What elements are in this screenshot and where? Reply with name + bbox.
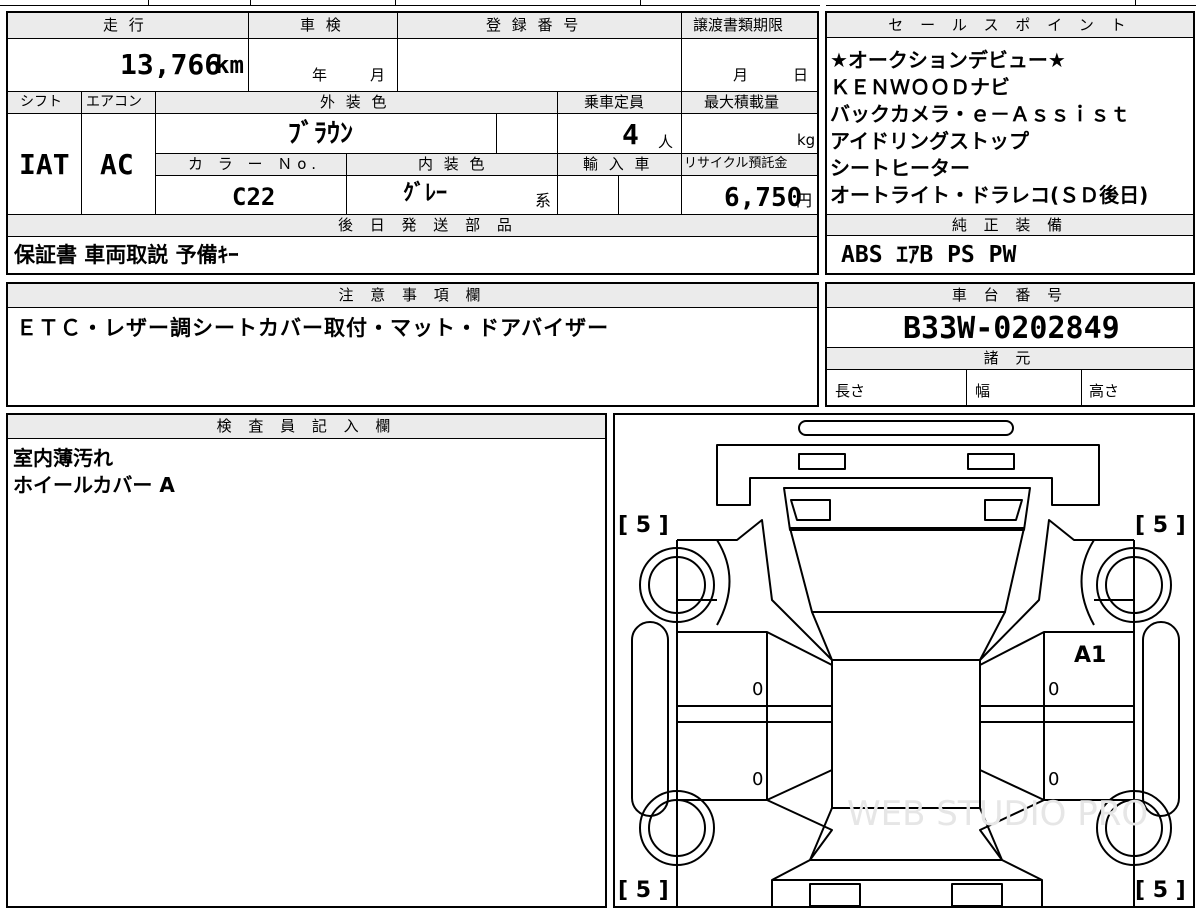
tire-rating-front-left: [ 5 ] — [618, 513, 669, 538]
door-mark-front-right: 0 — [1048, 679, 1059, 700]
inspector-note-line: ホイールカバー A — [13, 473, 175, 497]
deadline-month: 月 — [733, 66, 749, 84]
sales-point-line: ＫＥＮＷＯＯＤナビ — [830, 75, 1010, 99]
inspector-notes-panel: 検 査 員 記 入 欄 室内薄汚れ ホイールカバー A — [6, 413, 607, 908]
genuine-equipment-value: ABS ｴｱB PS PW — [841, 242, 1017, 268]
chassis-number-value: B33W-0202849 — [903, 311, 1120, 346]
exterior-color-value: ﾌﾞﾗｳﾝ — [288, 119, 354, 149]
inspector-notes-list: 室内薄汚れ ホイールカバー A — [13, 445, 175, 499]
registration-number-label: 登 録 番 号 — [486, 16, 582, 34]
interior-color-suffix: 系 — [535, 191, 552, 210]
spec-width-label: 幅 — [975, 382, 991, 400]
max-load-unit: kg — [797, 131, 816, 149]
max-load-label: 最大積載量 — [704, 93, 780, 111]
top-edge-remnant — [0, 0, 1200, 8]
import-label: 輸 入 車 — [583, 155, 653, 173]
tire-rating-rear-left: [ 5 ] — [618, 878, 669, 903]
watermark: WEB STUDIO PRO — [847, 794, 1148, 834]
inspection-year: 年 — [312, 66, 328, 84]
chassis-panel: 車 台 番 号 B33W-0202849 諸 元 長さ 幅 高さ — [825, 282, 1195, 407]
spec-length-label: 長さ — [835, 382, 866, 400]
deadline-day: 日 — [793, 66, 809, 84]
sales-point-line: シートヒーター — [830, 156, 970, 180]
spec-height-label: 高さ — [1089, 382, 1120, 400]
capacity-label: 乗車定員 — [584, 93, 645, 111]
door-mark-rear-left: 0 — [752, 769, 763, 790]
capacity-unit: 人 — [658, 133, 674, 151]
inspection-label: 車 検 — [300, 16, 344, 34]
shift-label: シフト — [20, 94, 62, 110]
interior-color-value: ｸﾞﾚｰ — [403, 181, 448, 206]
later-shipped-parts-label: 後 日 発 送 部 品 — [338, 216, 518, 234]
color-number-value: C22 — [232, 183, 276, 211]
exterior-color-label: 外 装 色 — [320, 93, 390, 111]
ac-label: エアコン — [86, 94, 142, 110]
color-number-label: カ ラ ー Ｎo. — [188, 155, 321, 173]
shift-value: IAT — [19, 148, 70, 181]
car-diagram-panel: [ 5 ] [ 5 ] [ 5 ] [ 5 ] 0 0 0 0 A1 WEB S… — [613, 413, 1195, 908]
sales-point-line: アイドリングストップ — [830, 129, 1029, 153]
tire-rating-front-right: [ 5 ] — [1135, 513, 1186, 538]
capacity-value: 4 — [622, 118, 639, 151]
chassis-number-header: 車 台 番 号 — [827, 284, 1193, 308]
interior-color-label: 内 装 色 — [418, 155, 488, 173]
sales-point-line: ★オークションデビュー★ — [830, 48, 1066, 72]
notes-panel: 注 意 事 項 欄 ＥＴＣ・レザー調シートカバー取付・マット・ドアバイザー — [6, 282, 819, 407]
sales-points-list: ★オークションデビュー★ ＫＥＮＷＯＯＤナビ バックカメラ・ｅ－Ａｓｓｉｓｔ ア… — [830, 47, 1192, 209]
sales-point-line: バックカメラ・ｅ－Ａｓｓｉｓｔ — [830, 102, 1130, 126]
inspection-month: 月 — [370, 66, 386, 84]
later-shipped-parts-value: 保証書 車両取説 予備ｷｰ — [14, 243, 239, 267]
mileage-value: 13,766 — [120, 48, 222, 81]
recycle-deposit-value: 6,750 — [724, 183, 803, 213]
mileage-label: 走 行 — [103, 16, 147, 34]
ac-value: AC — [100, 148, 134, 181]
tire-rating-rear-right: [ 5 ] — [1135, 878, 1186, 903]
door-mark-front-left: 0 — [752, 679, 763, 700]
transfer-deadline-label: 譲渡書類期限 — [693, 16, 784, 34]
genuine-equipment-header: 純 正 装 備 — [827, 214, 1193, 236]
sales-point-line: オートライト・ドラレコ(ＳＤ後日) — [830, 183, 1149, 207]
recycle-deposit-label: リサイクル預託金 — [684, 156, 788, 171]
sales-points-header: セ ー ル ス ポ イ ン ト — [827, 13, 1193, 38]
inspector-note-line: 室内薄汚れ — [13, 446, 113, 470]
specs-header: 諸 元 — [827, 347, 1193, 370]
car-outline-diagram: [ 5 ] [ 5 ] [ 5 ] [ 5 ] 0 0 0 0 A1 WEB S… — [618, 420, 1186, 906]
vehicle-info-table: 走 行 車 検 登 録 番 号 譲渡書類期限 13,766 km 年 月 月 日… — [6, 11, 819, 275]
damage-code: A1 — [1074, 643, 1106, 668]
sales-points-panel: セ ー ル ス ポ イ ン ト ★オークションデビュー★ ＫＥＮＷＯＯＤナビ バ… — [825, 11, 1195, 275]
notes-header: 注 意 事 項 欄 — [8, 284, 817, 308]
door-mark-rear-right: 0 — [1048, 769, 1059, 790]
notes-text: ＥＴＣ・レザー調シートカバー取付・マット・ドアバイザー — [16, 316, 610, 340]
inspector-notes-header: 検 査 員 記 入 欄 — [8, 415, 605, 439]
recycle-deposit-unit: 円 — [796, 191, 813, 210]
mileage-unit: km — [215, 51, 244, 79]
